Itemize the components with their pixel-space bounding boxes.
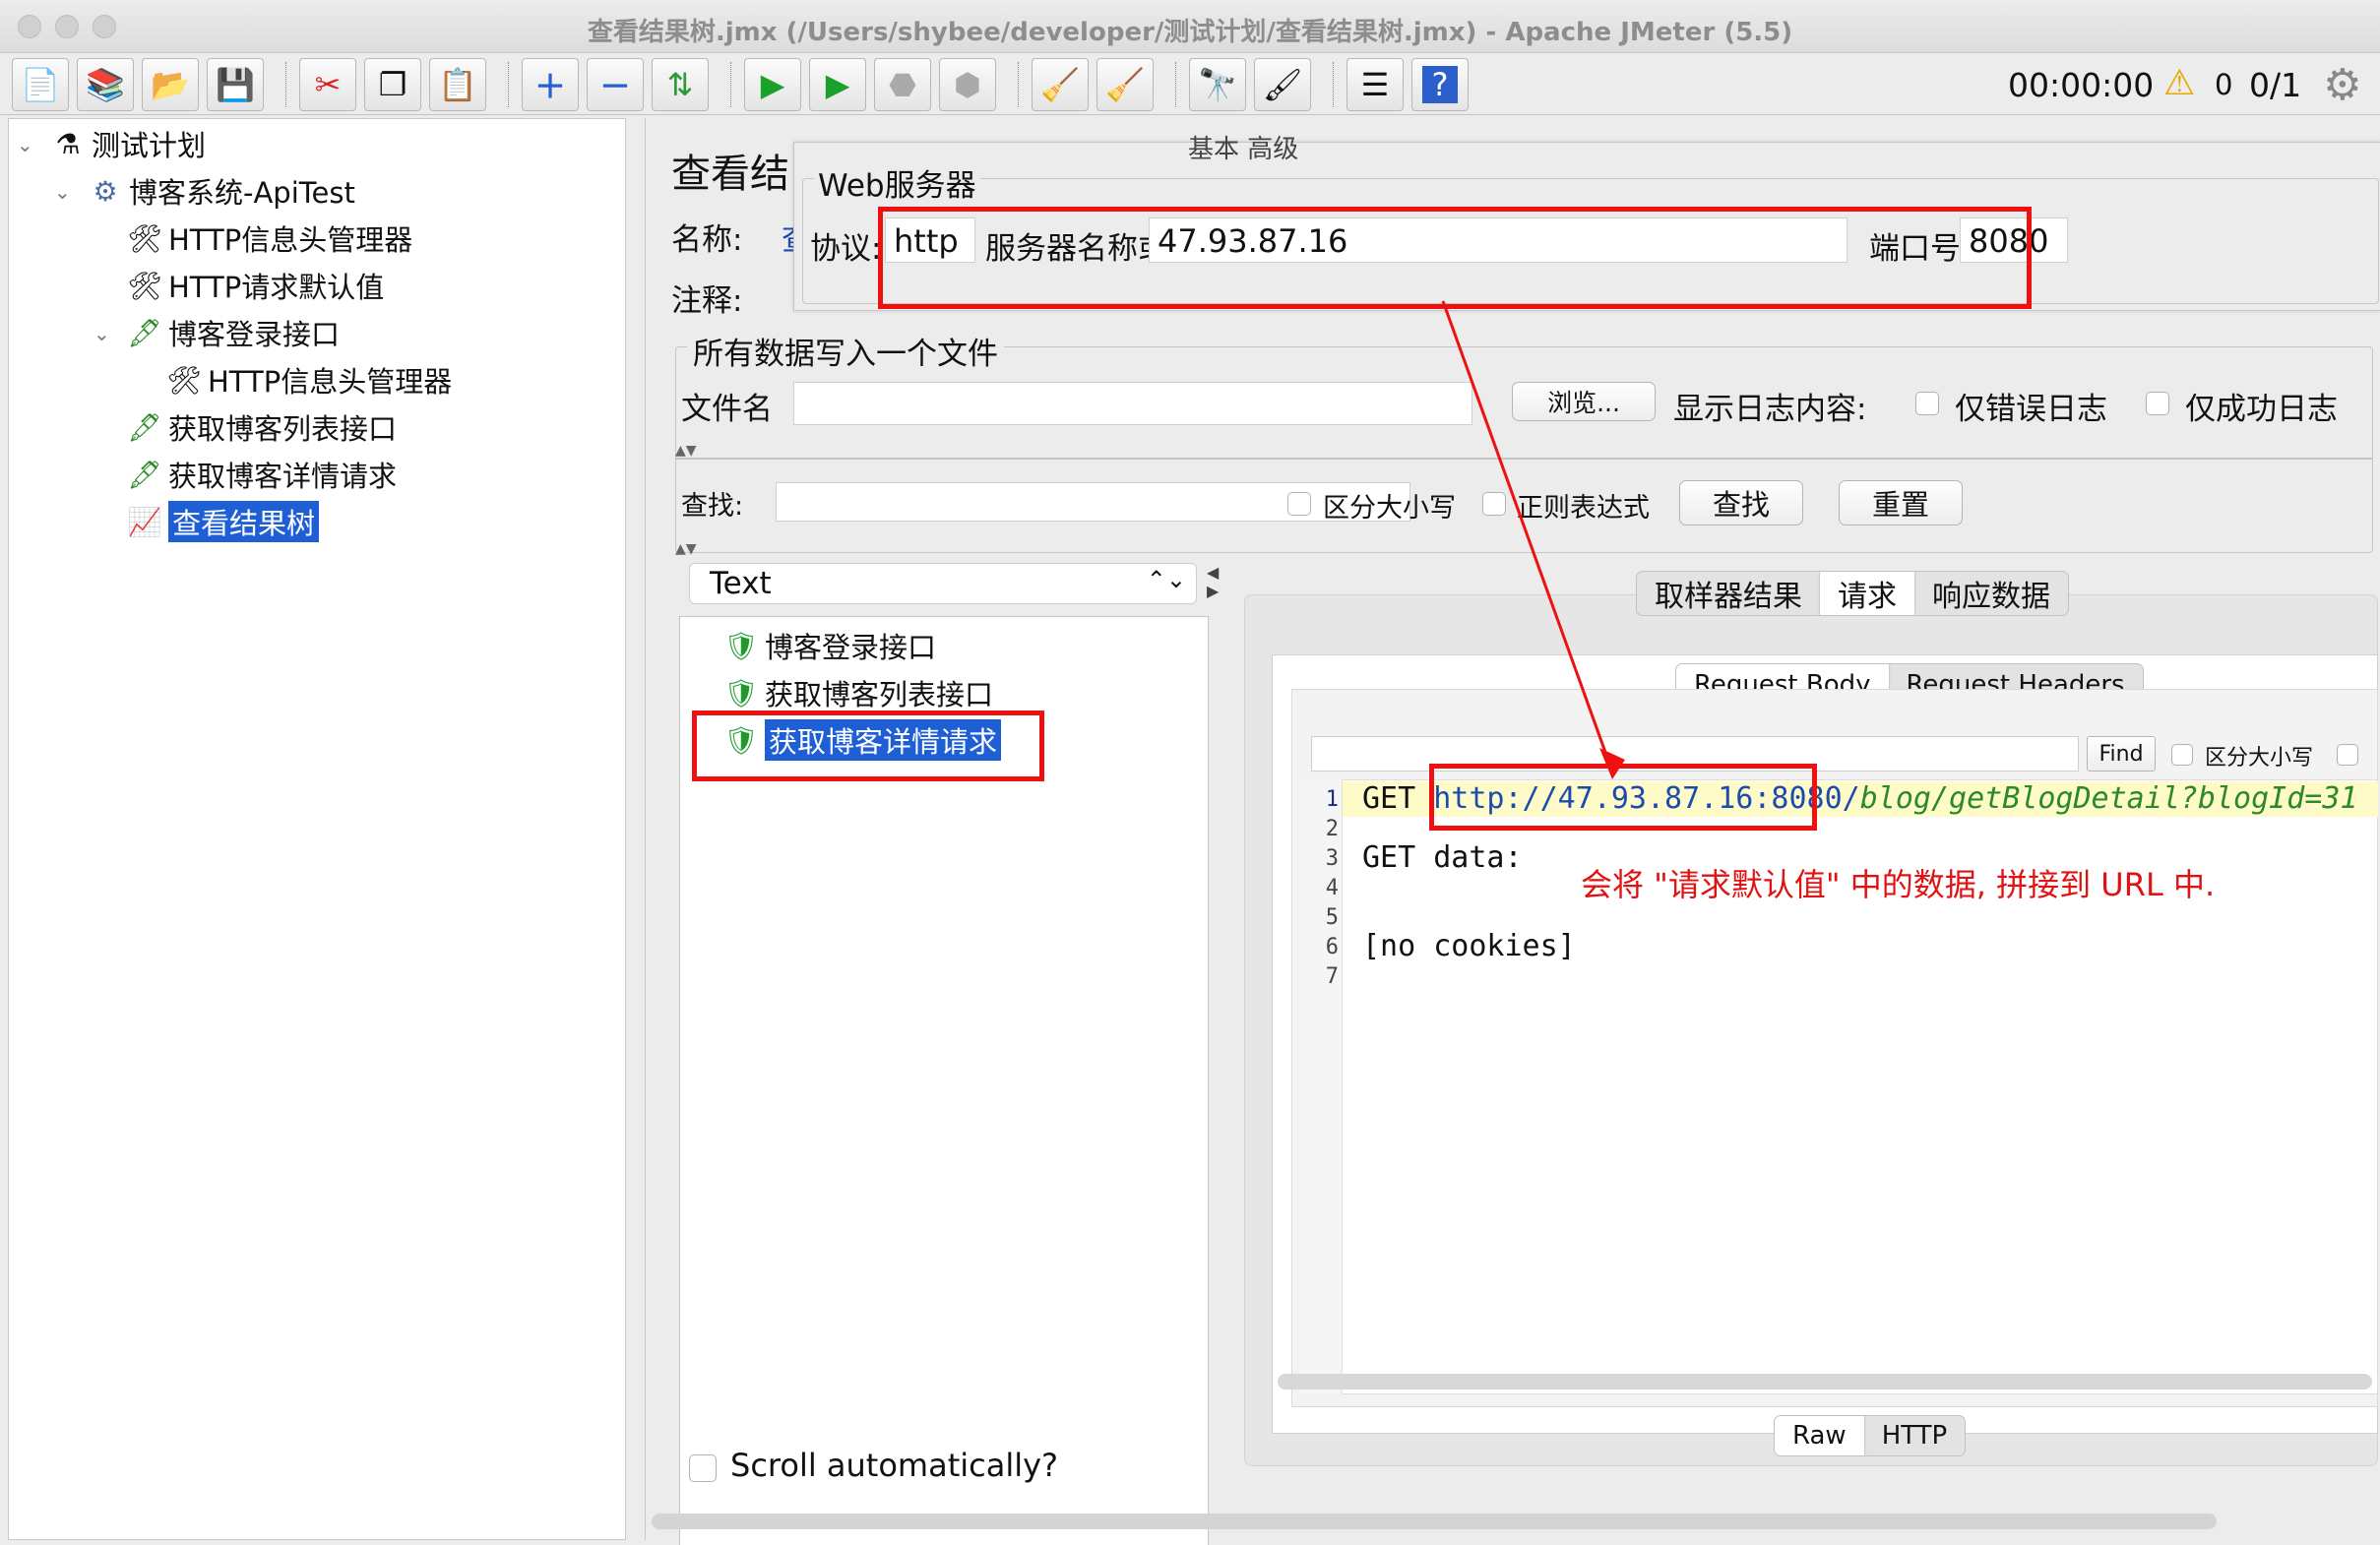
copy-icon: ❐ [378,66,407,103]
stop-button[interactable]: ⬣ [874,58,931,111]
tree-item-label: HTTP信息头管理器 [168,223,413,257]
binoculars-icon: 🔭 [1198,66,1237,103]
play-icon: ▶ [760,66,785,103]
wrench-icon: 🛠 [127,269,162,302]
tree-item-request-defaults[interactable]: 🛠 HTTP请求默认值 [127,265,384,306]
stop-icon: ⬣ [889,66,916,103]
function-helper-button[interactable]: ☰ [1347,58,1404,111]
play-timer-icon: ▶ [825,66,850,103]
chart-icon: 📈 [127,505,162,538]
tree-item-label: 获取博客详情请求 [168,460,398,493]
tree-item-label: 获取博客列表接口 [168,412,398,446]
tree-item-header-manager-child[interactable]: 🛠 HTTP信息头管理器 [166,359,452,401]
brush-icon: 🖌 [1262,66,1303,103]
wrench-icon: 🛠 [166,363,202,397]
search-button[interactable]: 🔭 [1189,58,1246,111]
toggle-icon: ⇅ [666,66,694,103]
copy-button[interactable]: ❐ [364,58,421,111]
start-no-pause-button[interactable]: ▶ [809,58,866,111]
open-button[interactable]: 📂 [142,58,199,111]
tree-item-list-sampler[interactable]: 🖋 获取博客列表接口 [127,406,397,448]
title-bar: 查看结果树.jmx (/Users/shybee/developer/测试计划/… [0,0,2380,53]
collapse-all-button[interactable]: － [587,58,644,111]
chevron-down-icon[interactable]: ⌄ [94,322,110,345]
tree-item-label: 测试计划 [92,129,207,162]
reset-search-button[interactable]: 🖌 [1254,58,1311,111]
flask-icon: ⚗ [55,127,81,160]
test-plan-tree: ⌄ ⚗ 测试计划 ⌄ ⚙ 博客系统-ApiTest 🛠 HTTP信息头管理器 🛠 HTT… [8,118,626,1540]
clear-button[interactable]: 🧹 [1032,58,1089,111]
templates-button[interactable]: 📚 [77,58,134,111]
scissors-icon: ✂ [314,66,342,103]
cut-button[interactable]: ✂ [299,58,356,111]
save-icon: 💾 [216,66,255,103]
expand-all-button[interactable]: ＋ [522,58,579,111]
pipette-icon: 🖋 [127,410,162,444]
chevron-down-icon[interactable]: ⌄ [54,180,71,204]
brooms-icon: 🧹 [1105,66,1145,103]
broom-icon: 🧹 [1040,66,1080,103]
window-title: 查看结果树.jmx (/Users/shybee/developer/测试计划/… [587,18,1793,47]
new-file-button[interactable]: 📄 [12,58,69,111]
annotation-arrow [1441,300,1625,779]
toggle-button[interactable]: ⇅ [652,58,709,111]
shutdown-button[interactable]: ⬢ [939,58,996,111]
gear-icon: ⚙ [93,174,118,208]
thread-count: 0/1 [2249,66,2302,104]
tree-item-detail-sampler[interactable]: 🖋 获取博客详情请求 [127,454,397,495]
tree-item-test-plan[interactable]: ⚗ 测试计划 [50,123,206,164]
toolbar: 📄 📚 📂 💾 ✂ ❐ 📋 ＋ － ⇅ ▶ ▶ ⬣ ⬢ 🧹 🧹 🔭 🖌 ☰ ? … [0,54,2380,115]
plus-icon: ＋ [533,68,566,105]
open-folder-icon: 📂 [151,66,190,103]
help-icon: ? [1421,66,1459,103]
status-indicator-icon: ⚙ [2323,60,2362,110]
list-icon: ☰ [1360,66,1390,103]
tree-item-label: 查看结果树 [168,501,320,542]
help-button[interactable]: ? [1411,58,1469,111]
new-file-icon: 📄 [21,66,60,103]
warning-icon: ⚠ [2163,63,2196,103]
results-tree-panel: 查看结 名称: 查 注释: 所有数据写入一个文件 文件名 浏览... 显示日志内… [645,118,2380,1545]
paste-icon: 📋 [438,66,477,103]
clear-all-button[interactable]: 🧹 [1096,58,1154,111]
tree-item-label: HTTP请求默认值 [168,271,385,304]
pipette-icon: 🖋 [127,458,162,491]
tree-item-label: 博客登录接口 [168,318,341,351]
tree-item-label: 博客系统-ApiTest [129,176,355,210]
paste-button[interactable]: 📋 [429,58,486,111]
tree-item-login-sampler[interactable]: 🖋 博客登录接口 [127,312,340,353]
shutdown-icon: ⬢ [954,66,981,103]
elapsed-timer: 00:00:00 [2008,66,2155,104]
wrench-icon: 🛠 [127,221,162,255]
warning-count: 0 [2215,68,2233,101]
tree-item-header-manager[interactable]: 🛠 HTTP信息头管理器 [127,217,412,259]
save-button[interactable]: 💾 [207,58,264,111]
start-button[interactable]: ▶ [744,58,801,111]
pipette-icon: 🖋 [127,316,162,349]
chevron-down-icon[interactable]: ⌄ [17,133,33,156]
tree-item-results-tree[interactable]: 📈 查看结果树 [127,501,320,542]
tree-item-label: HTTP信息头管理器 [208,365,453,399]
templates-icon: 📚 [86,66,125,103]
minus-icon: － [598,68,631,105]
tree-item-thread-group[interactable]: ⚙ 博客系统-ApiTest [88,170,355,212]
